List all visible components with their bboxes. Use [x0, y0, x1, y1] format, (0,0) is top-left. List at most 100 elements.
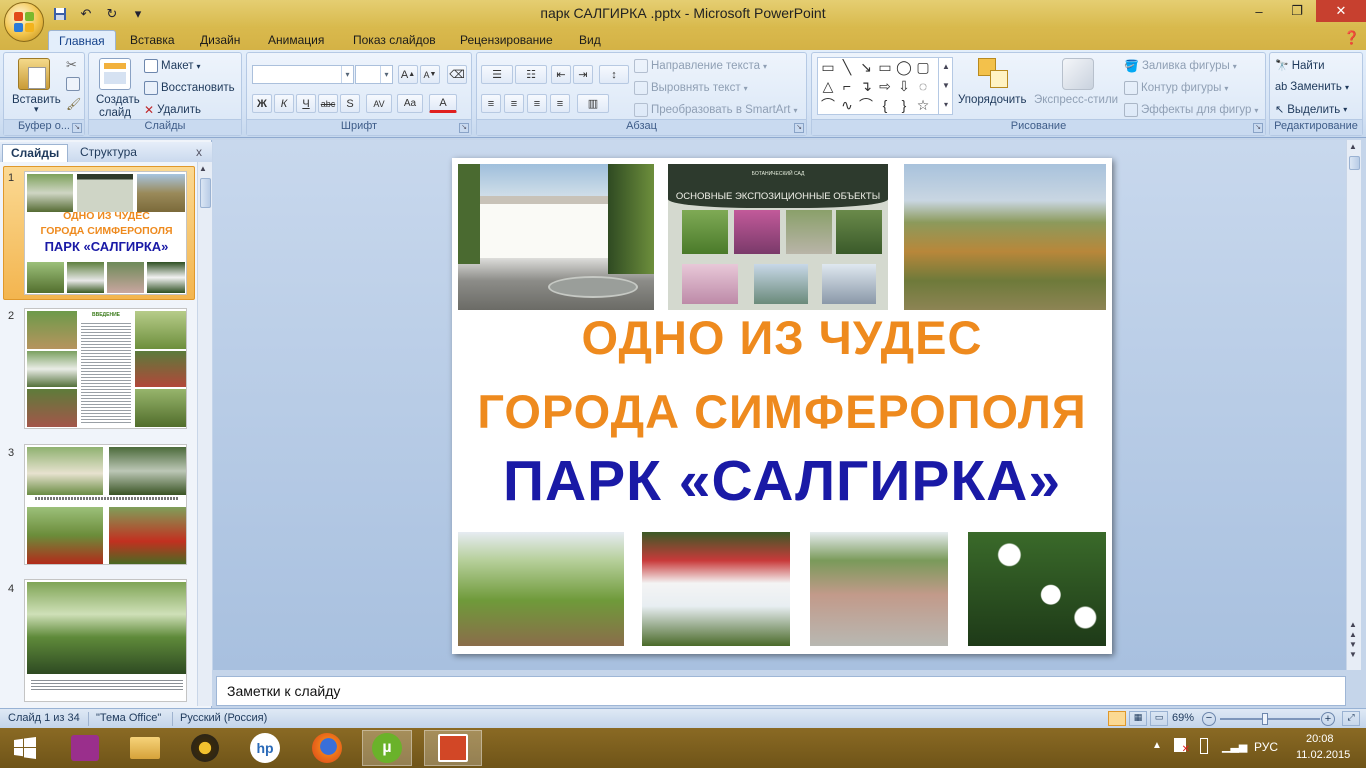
clock-date[interactable]: 11.02.2015	[1296, 749, 1350, 761]
shadow-button[interactable]: S	[340, 94, 360, 113]
redo-icon[interactable]: ↻	[102, 5, 122, 23]
delete-slide-button[interactable]: ✕ Удалить	[144, 103, 201, 117]
replace-button[interactable]: ab Заменить ▾	[1275, 81, 1349, 93]
tab-design[interactable]: Дизайн	[190, 30, 250, 50]
elbow-shape-icon[interactable]: ↴	[857, 77, 875, 95]
slide-thumbnail-2[interactable]: ВВЕДЕНИЕ	[24, 308, 187, 429]
utorrent-icon[interactable]: µ	[362, 730, 412, 766]
font-size-dropdown-icon[interactable]: ▾	[380, 66, 392, 83]
tab-animation[interactable]: Анимация	[258, 30, 334, 50]
rounded-rect-shape-icon[interactable]: ▢	[914, 58, 932, 76]
italic-button[interactable]: К	[274, 94, 294, 113]
zoom-in-icon[interactable]: +	[1321, 712, 1335, 726]
align-left-icon[interactable]: ≡	[481, 94, 501, 113]
find-button[interactable]: 🔭 Найти	[1275, 59, 1325, 73]
input-language[interactable]: РУС	[1254, 740, 1278, 754]
triangle-shape-icon[interactable]: △	[819, 77, 837, 95]
font-launcher-icon[interactable]: ↘	[459, 123, 469, 133]
tray-expand-icon[interactable]: ▲	[1152, 740, 1162, 751]
bold-button[interactable]: Ж	[252, 94, 272, 113]
smartart-button[interactable]: Преобразовать в SmartArt ▾	[634, 103, 798, 117]
file-explorer-icon[interactable]	[120, 730, 170, 766]
zoom-slider-thumb[interactable]	[1262, 713, 1268, 725]
freeform-shape-icon[interactable]: ◌	[914, 77, 932, 95]
quick-styles-icon[interactable]	[1062, 58, 1094, 90]
slide-thumbnail-4[interactable]	[24, 579, 187, 702]
save-icon[interactable]	[50, 5, 70, 23]
paste-icon[interactable]	[18, 58, 50, 90]
office-button[interactable]	[4, 2, 44, 42]
tab-insert[interactable]: Вставка	[120, 30, 185, 50]
windows-start-icon[interactable]	[0, 730, 50, 766]
justify-icon[interactable]: ≡	[550, 94, 570, 113]
tab-slides[interactable]: Слайды	[2, 144, 69, 162]
grow-font-button[interactable]: A ▲	[398, 65, 418, 84]
help-icon[interactable]: ❓	[1344, 30, 1360, 46]
slide-title-line2[interactable]: ГОРОДА СИМФЕРОПОЛЯ	[452, 384, 1112, 439]
new-slide-icon[interactable]	[99, 58, 131, 90]
copy-icon[interactable]	[66, 77, 80, 91]
decrease-indent-icon[interactable]: ⇤	[551, 65, 571, 84]
main-scrollbar[interactable]: ▲ ▲ ▲ ▼ ▼	[1346, 140, 1361, 670]
firefox-icon[interactable]	[302, 730, 352, 766]
curve-shape-icon[interactable]: ∿	[838, 96, 856, 114]
tab-home[interactable]: Главная	[48, 30, 116, 50]
shrink-font-button[interactable]: A ▼	[420, 65, 440, 84]
zoom-slider-track[interactable]	[1220, 718, 1320, 720]
line-shape-icon[interactable]: ╲	[838, 58, 856, 76]
tab-outline[interactable]: Структура	[72, 144, 145, 162]
slide-canvas[interactable]: БОТАНИЧЕСКИЙ САД ОСНОВНЫЕ ЭКСПОЗИЦИОННЫЕ…	[452, 158, 1112, 654]
select-button[interactable]: ↖ Выделить ▾	[1275, 103, 1347, 117]
bullets-icon[interactable]: ☰	[481, 65, 513, 84]
font-color-button[interactable]: A	[429, 94, 457, 113]
increase-indent-icon[interactable]: ⇥	[573, 65, 593, 84]
new-slide-button-line1[interactable]: Создать	[96, 94, 140, 106]
strikethrough-button[interactable]: abc	[318, 94, 338, 113]
arrange-button[interactable]: Упорядочить	[958, 94, 1026, 106]
next-slide-icon[interactable]: ▼ ▼	[1349, 640, 1357, 660]
font-name-dropdown-icon[interactable]: ▾	[341, 66, 353, 83]
main-scroll-up-icon[interactable]: ▲	[1349, 142, 1357, 151]
tab-view[interactable]: Вид	[569, 30, 611, 50]
restore-button[interactable]: ❐	[1278, 0, 1316, 22]
format-painter-icon[interactable]: 🖌	[66, 97, 81, 111]
battery-icon[interactable]	[1200, 738, 1208, 757]
star-shape-icon[interactable]: ☆	[914, 96, 932, 114]
textbox-shape-icon[interactable]: ▭	[819, 58, 837, 76]
undo-icon[interactable]: ↶	[76, 5, 96, 23]
network-signal-icon[interactable]: ▁▃▅	[1222, 740, 1247, 753]
slideshow-icon[interactable]: ▭	[1150, 711, 1168, 726]
char-spacing-button[interactable]: AV	[366, 94, 392, 113]
arc-shape-icon[interactable]: ⌒	[857, 96, 875, 114]
close-button[interactable]: ✕	[1316, 0, 1366, 22]
tab-review[interactable]: Рецензирование	[450, 30, 563, 50]
slide-title-line3[interactable]: ПАРК «САЛГИРКА»	[452, 448, 1112, 514]
powerpoint-taskbar-icon[interactable]	[424, 730, 482, 766]
slide-sorter-icon[interactable]: ▦	[1129, 711, 1147, 726]
change-case-button[interactable]: Aa	[397, 94, 423, 113]
media-player-icon[interactable]	[180, 730, 230, 766]
shape-outline-button[interactable]: Контур фигуры ▾	[1124, 81, 1228, 95]
scroll-up-icon[interactable]: ▲	[199, 164, 207, 173]
customize-qat-icon[interactable]: ▾	[128, 5, 148, 23]
down-arrow-shape-icon[interactable]: ⇩	[895, 77, 913, 95]
arrange-icon[interactable]	[978, 58, 1010, 90]
slide-title-line1[interactable]: ОДНО ИЗ ЧУДЕС	[452, 310, 1112, 365]
quick-styles-button[interactable]: Экспресс-стили	[1034, 94, 1118, 106]
shape-effects-button[interactable]: Эффекты для фигур ▾	[1124, 103, 1258, 117]
callout-shape-icon[interactable]: ⌒	[819, 96, 837, 114]
zoom-out-icon[interactable]: −	[1202, 712, 1216, 726]
clear-formatting-icon[interactable]: ⌫	[447, 65, 467, 84]
left-brace-shape-icon[interactable]: {	[876, 96, 894, 114]
underline-button[interactable]: Ч	[296, 94, 316, 113]
oval-shape-icon[interactable]: ◯	[895, 58, 913, 76]
reset-button[interactable]: Восстановить	[144, 81, 235, 95]
drawing-launcher-icon[interactable]: ↘	[1253, 123, 1263, 133]
align-right-icon[interactable]: ≡	[527, 94, 547, 113]
pane-scrollbar[interactable]: ▲	[197, 162, 212, 706]
columns-icon[interactable]: ▥	[577, 94, 609, 113]
layout-button[interactable]: Макет ▾	[144, 59, 201, 73]
right-arrow-shape-icon[interactable]: ⇨	[876, 77, 894, 95]
arrow-line-shape-icon[interactable]: ↘	[857, 58, 875, 76]
theme-name[interactable]: "Тема Office"	[96, 712, 161, 724]
